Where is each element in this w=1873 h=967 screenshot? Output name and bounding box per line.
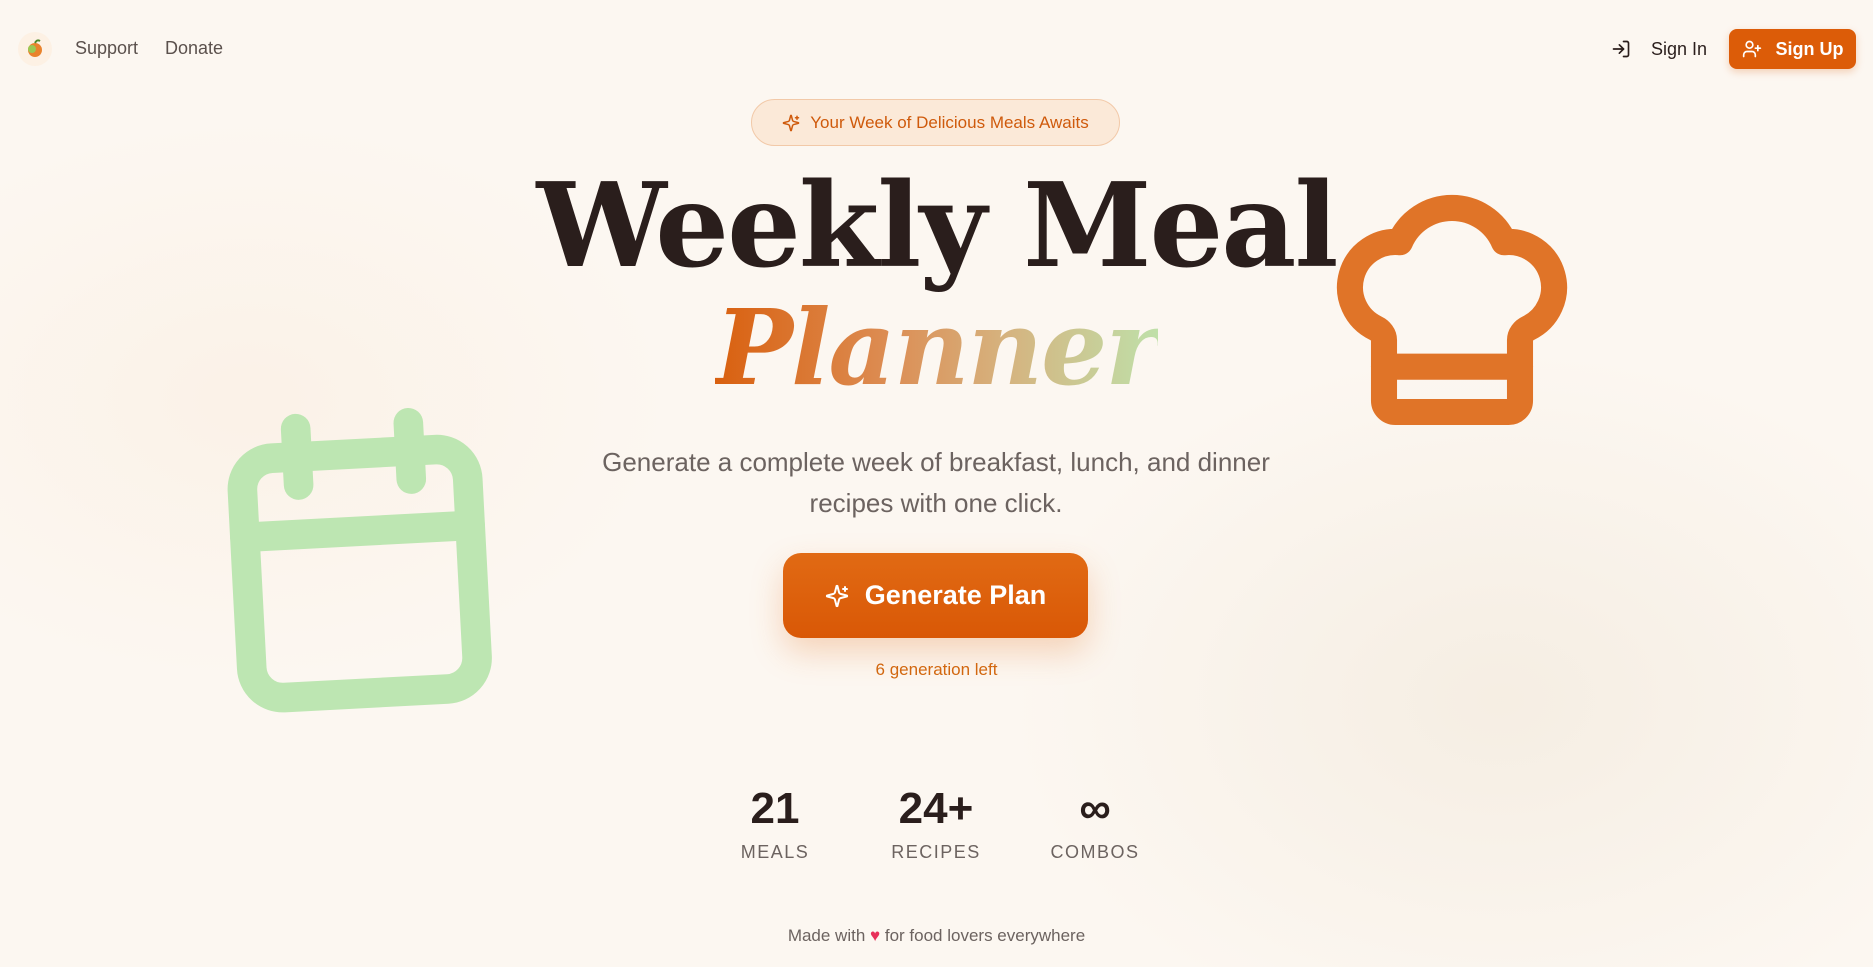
app-logo[interactable] [18, 32, 52, 66]
stat-label: MEALS [740, 842, 810, 862]
page-title-highlight: Planner [0, 296, 1873, 400]
footer-tagline: Made with ♥ for food lovers everywhere [0, 926, 1873, 946]
nav-link-support[interactable]: Support [75, 38, 138, 59]
stat-combos: ∞ COMBOS [1025, 784, 1165, 863]
sign-up-button[interactable]: Sign Up [1729, 29, 1856, 69]
stat-value: 21 [750, 784, 800, 833]
stat-label: RECIPES [891, 842, 981, 862]
sparkles-icon [825, 584, 848, 607]
stat-value: 24+ [898, 784, 974, 833]
page-title: Weekly Meal [536, 158, 1338, 294]
heart-icon: ♥ [870, 926, 881, 945]
sign-in-arrow-icon [1612, 40, 1630, 58]
hero-badge: Your Week of Delicious Meals Awaits [751, 99, 1120, 146]
hero-badge-text: Your Week of Delicious Meals Awaits [810, 112, 1089, 132]
sign-in-label: Sign In [1651, 38, 1708, 59]
user-plus-icon [1742, 40, 1761, 58]
generate-plan-label: Generate Plan [864, 580, 1047, 610]
stat-label: COMBOS [1050, 842, 1140, 862]
hero-description: Generate a complete week of breakfast, l… [602, 447, 1270, 518]
footer-prefix: Made with [787, 926, 866, 945]
footer-suffix: for food lovers everywhere [884, 926, 1086, 945]
stat-meals: 21 MEALS [705, 784, 845, 863]
top-nav: Support Donate Sign In Sign Up [0, 0, 1873, 98]
fruit-logo-icon [28, 39, 42, 57]
generate-plan-button[interactable]: Generate Plan [783, 553, 1088, 638]
page-title-highlight-text: Planner [714, 286, 1160, 409]
sparkles-icon [782, 114, 800, 131]
generations-left-text: 6 generation left [875, 660, 998, 679]
sign-up-label: Sign Up [1775, 38, 1844, 59]
stat-recipes: 24+ RECIPES [866, 784, 1006, 863]
nav-link-donate[interactable]: Donate [165, 38, 223, 59]
sign-in-button[interactable]: Sign In [1611, 33, 1707, 65]
stat-value: ∞ [1079, 784, 1111, 833]
